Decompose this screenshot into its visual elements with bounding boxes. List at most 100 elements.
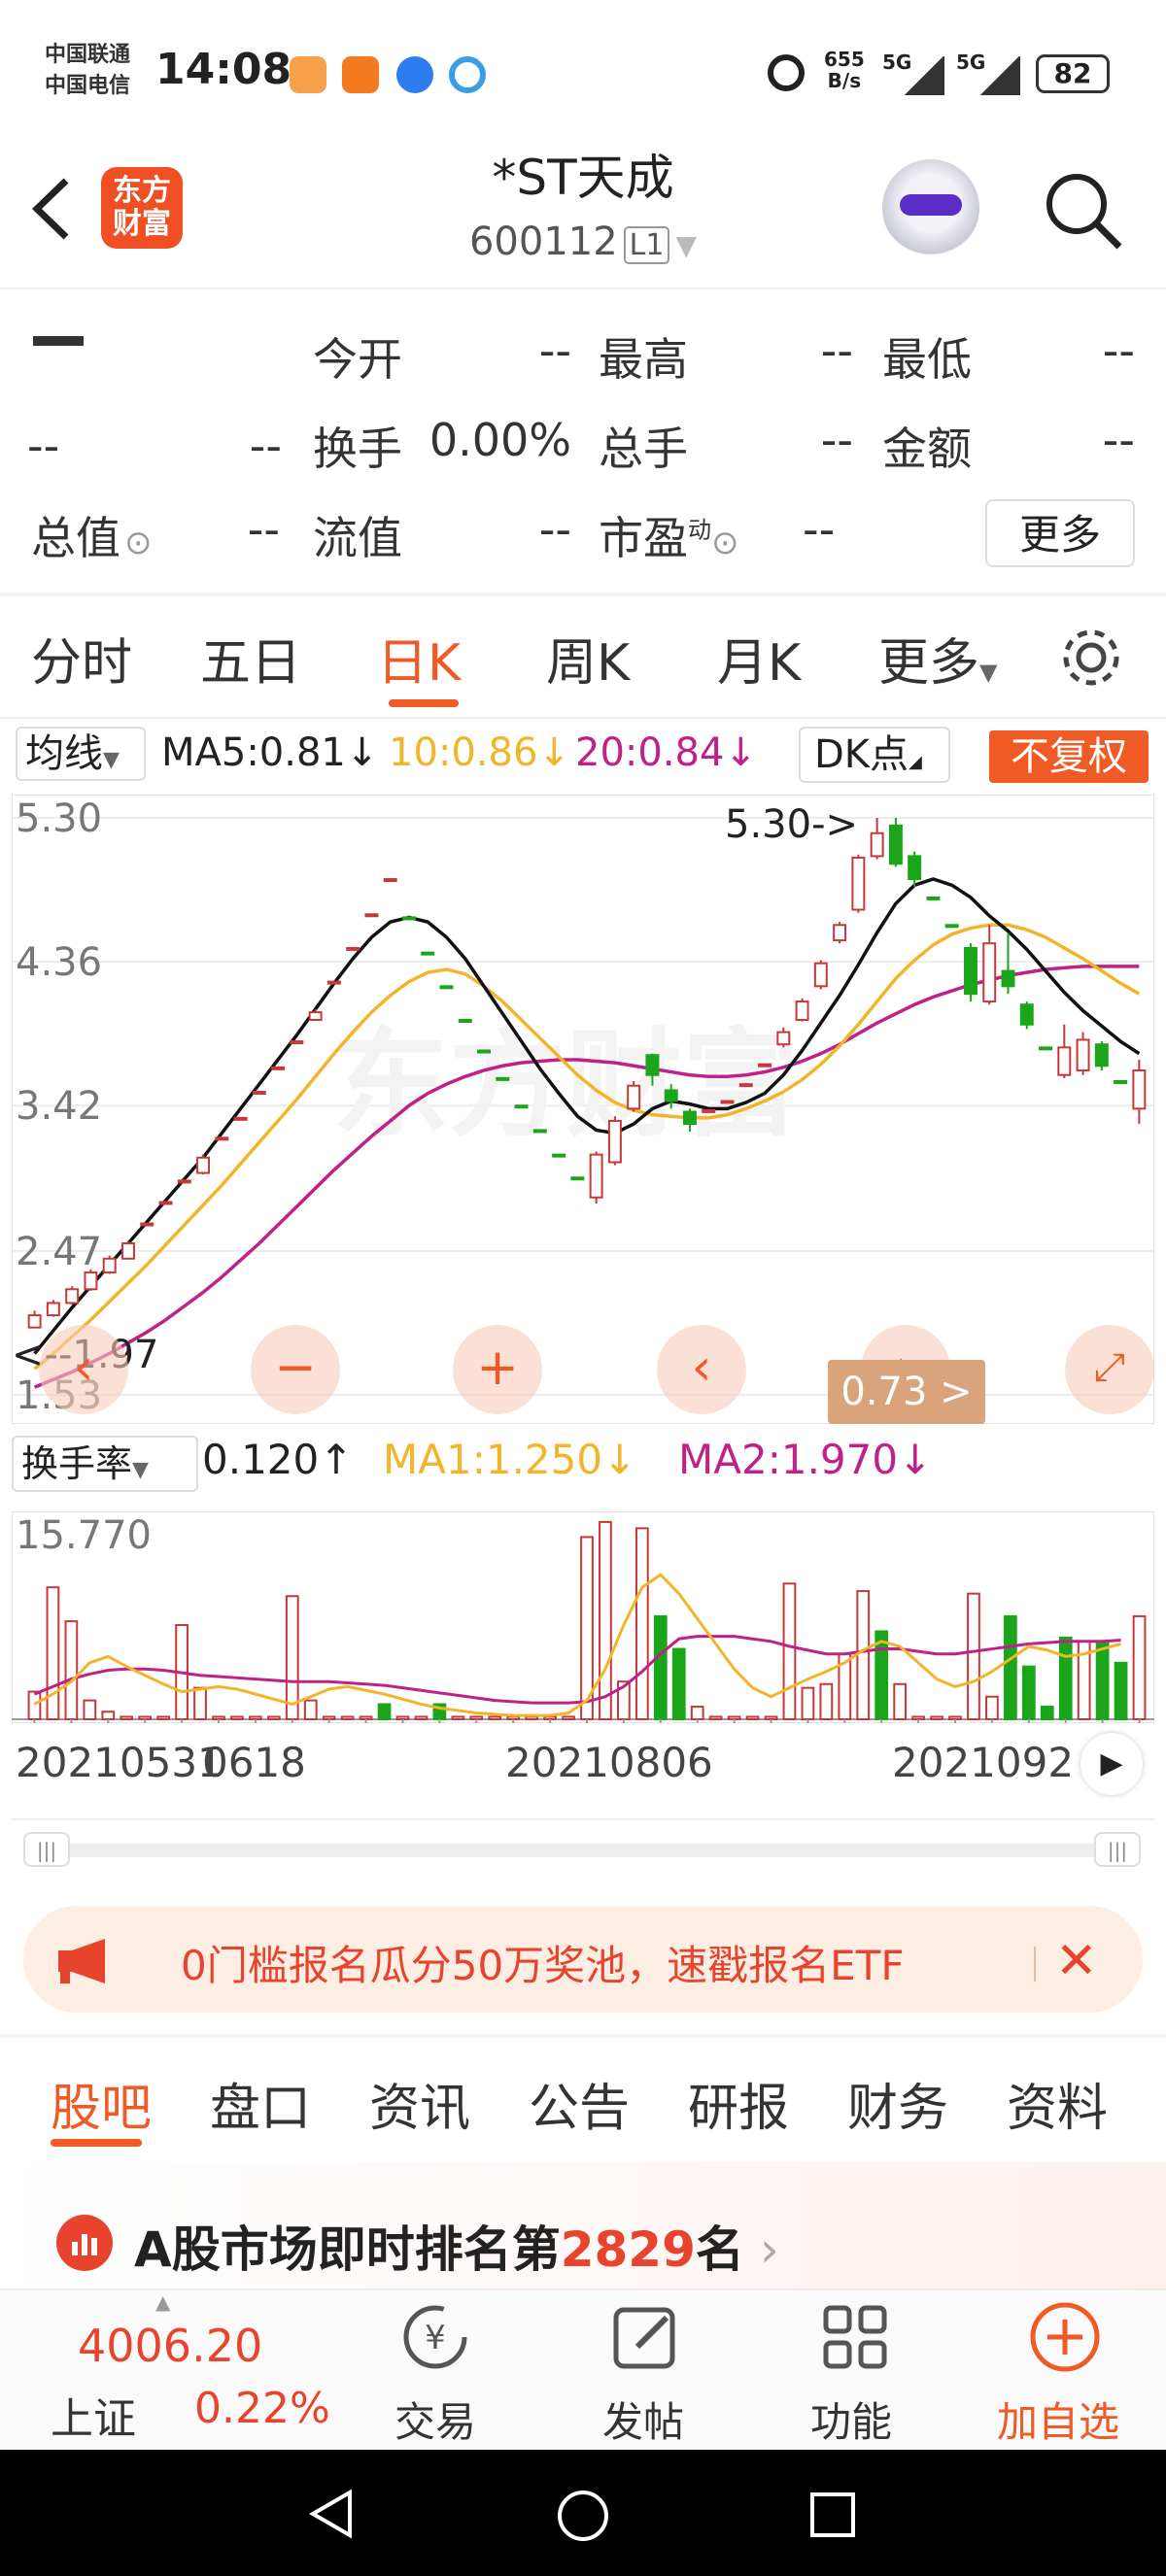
turnover-bar [930, 1715, 943, 1721]
divider [0, 717, 1166, 719]
volume-label: 总手 [599, 423, 688, 475]
assistant-robot-avatar[interactable] [882, 159, 979, 256]
turnover-bar [671, 1647, 686, 1720]
nav-back-icon[interactable] [305, 2487, 360, 2541]
tab-more[interactable]: 更多▼ [878, 622, 997, 695]
tab-news[interactable]: 资讯 [369, 2067, 470, 2140]
promo-text[interactable]: 0门槛报名瓜分50万奖池，速戳报名ETF [181, 1933, 1026, 1992]
plus-circle-icon [1030, 2302, 1100, 2372]
range-handle-right[interactable]: ||| [1094, 1832, 1141, 1867]
tab-research[interactable]: 研报 [688, 2067, 789, 2140]
range-handle-left[interactable]: ||| [23, 1832, 70, 1867]
turnover-bar [708, 1715, 723, 1721]
megaphone-icon [54, 1937, 117, 1989]
post-button[interactable] [608, 2300, 682, 2378]
mktcap-label[interactable]: 总值 ⊙ [31, 503, 153, 567]
index-value[interactable]: 4006.20 [78, 2320, 262, 2372]
index-name[interactable]: 上证 [51, 2384, 136, 2446]
scroll-left-button[interactable]: ‹ [39, 1325, 128, 1414]
post-label[interactable]: 发帖 [602, 2390, 684, 2449]
divider [0, 593, 1166, 596]
expand-icon: ⤢ [1094, 1345, 1125, 1390]
ranking-text[interactable]: A股市场即时排名第2829名 › [134, 2211, 779, 2281]
turnover-bar [948, 1715, 962, 1721]
corner-triangle-icon: ◢ [909, 752, 922, 772]
tab-five-day[interactable]: 五日 [200, 622, 301, 695]
notification-app-icon [290, 56, 326, 93]
candle-body [102, 1257, 117, 1273]
tab-intraday[interactable]: 分时 [31, 622, 132, 695]
carrier-2: 中国电信 [45, 74, 131, 98]
tab-week-k[interactable]: 周K [546, 622, 630, 695]
dk-point-button[interactable]: DK点◢ [799, 727, 950, 783]
back-button[interactable] [27, 175, 76, 243]
trade-button[interactable]: ¥ [398, 2300, 472, 2378]
divider [0, 288, 1166, 289]
close-promo-button[interactable]: ✕ [1055, 1936, 1098, 1986]
indicator-select[interactable]: 换手率▼ [12, 1436, 198, 1492]
tab-guba[interactable]: 股吧 [51, 2067, 152, 2140]
zoom-out-button[interactable]: − [251, 1325, 340, 1414]
candle-body [421, 951, 435, 956]
nav-recents-icon[interactable] [806, 2489, 859, 2541]
bar-chart-icon [56, 2215, 113, 2271]
turnover-bar [120, 1715, 134, 1721]
crosshair-tooltip[interactable]: 0.73 > [828, 1360, 985, 1424]
step-left-button[interactable]: ‹ [657, 1325, 746, 1414]
stock-code[interactable]: 600112 L1 ▼ [292, 220, 874, 264]
functions-button[interactable] [818, 2300, 892, 2378]
chart-settings-button[interactable] [1057, 624, 1125, 695]
turnover-chart[interactable]: 15.770 [12, 1511, 1154, 1723]
y-tick-label: 2.47 [16, 1230, 102, 1274]
tab-month-k[interactable]: 月K [717, 622, 801, 695]
candle-body [290, 1040, 304, 1045]
net-speed: 655 B/s [824, 48, 865, 92]
candlestick-chart[interactable]: 东方财富 5.304.363.422.471.53 5.30-> <--1.97 [12, 795, 1154, 1424]
trade-label[interactable]: 交易 [394, 2390, 476, 2449]
signal-bars-icon [979, 56, 1020, 95]
add-watchlist-button[interactable] [1026, 2298, 1104, 2380]
open-value: -- [538, 324, 571, 377]
index-change-pct[interactable]: 0.22% [194, 2384, 330, 2433]
nav-home-icon[interactable] [554, 2487, 612, 2545]
add-watchlist-label[interactable]: 加自选 [997, 2390, 1119, 2449]
pe-label[interactable]: 市盈动⊙ [599, 503, 739, 567]
more-quote-button[interactable]: 更多 [985, 499, 1135, 567]
candle-body [702, 1108, 716, 1113]
caret-down-icon: ▼ [979, 659, 998, 686]
turnover-ma1-readout: MA1:1.250↓ [383, 1436, 637, 1483]
search-button[interactable] [1040, 167, 1127, 258]
turnover-bar [322, 1715, 336, 1721]
turnover-bar [525, 1715, 539, 1721]
tab-pankou[interactable]: 盘口 [210, 2067, 311, 2140]
amount-label: 金额 [882, 423, 972, 475]
tab-day-k[interactable]: 日K [377, 622, 461, 695]
yen-cycle-icon: ¥ [403, 2305, 467, 2369]
turnover-bar [27, 1690, 42, 1720]
candle-body [720, 1100, 735, 1104]
tab-finance[interactable]: 财务 [847, 2067, 948, 2140]
date-label-3: 20210806 [505, 1739, 713, 1786]
candle-body [963, 946, 977, 996]
tab-profile[interactable]: 资料 [1007, 2067, 1108, 2140]
turnover-value: 0.00% [429, 414, 571, 466]
turnover-bar [395, 1715, 410, 1721]
next-page-button[interactable]: ▶ [1080, 1733, 1143, 1795]
price-adjust-button[interactable]: 不复权 [989, 730, 1149, 783]
ma-select[interactable]: 均线▼ [16, 727, 146, 781]
candle-body [496, 1076, 510, 1081]
turnover-bar [856, 1590, 871, 1720]
date-label-1: 20210531 [16, 1739, 223, 1786]
fullscreen-button[interactable]: ⤢ [1065, 1325, 1154, 1414]
app-logo[interactable]: 东方财富 [101, 167, 183, 249]
tab-announcements[interactable]: 公告 [529, 2067, 630, 2140]
candle-body [589, 1153, 603, 1199]
date-label-2: 0618 [202, 1739, 306, 1786]
candle-body [926, 896, 941, 900]
range-scroll-track[interactable] [29, 1844, 1137, 1857]
alarm-icon [768, 54, 805, 91]
zoom-in-button[interactable]: + [453, 1325, 542, 1414]
system-nav-bar [0, 2450, 1166, 2576]
turnover-bar [745, 1715, 760, 1721]
functions-label[interactable]: 功能 [810, 2390, 892, 2449]
